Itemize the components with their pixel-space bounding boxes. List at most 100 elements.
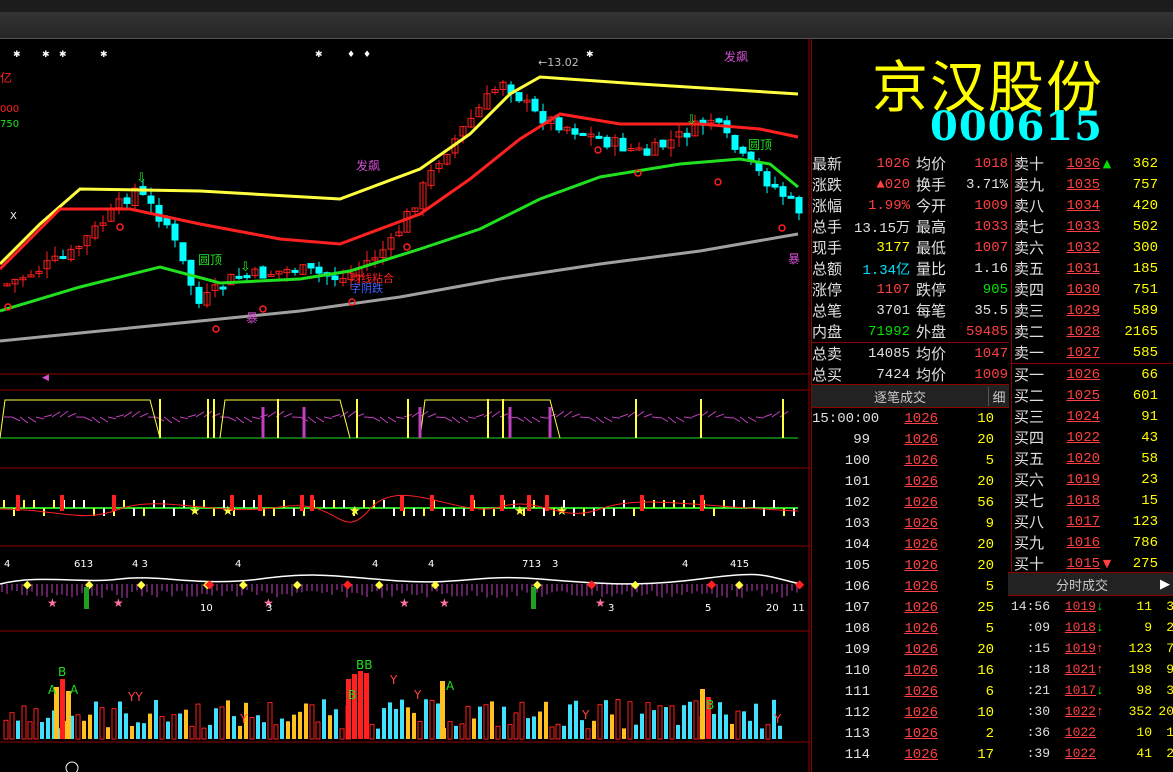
book-price[interactable]: 1027 (1050, 345, 1100, 361)
book-label: 买八 (1014, 513, 1045, 531)
ask-row[interactable]: 卖八 1034 420 (1012, 195, 1173, 216)
candle-body (771, 183, 779, 188)
bid-row[interactable]: 买三 1024 91 (1012, 406, 1173, 427)
kline-chart[interactable]: ✱ ✱ ✱ ✱ ✱ ♦ ♦ ✱亿000750←13.02 发飙发飙圆顶圆顶均线粘合字阴跌暴暴X⇩… (0, 39, 810, 772)
book-price[interactable]: 1030 (1050, 282, 1100, 298)
bid-row[interactable]: 买九 1016 786 (1012, 532, 1173, 553)
indicator-line (67, 412, 77, 418)
book-price[interactable]: 1036 (1050, 156, 1100, 172)
minute-header[interactable]: 分时成交 ▶ (1008, 572, 1173, 596)
diamond-icon: ◆ (343, 577, 353, 591)
book-volume: 589 (1132, 302, 1158, 319)
volume-bar (219, 706, 225, 740)
ask-row[interactable]: 卖二 1028 2165 (1012, 321, 1173, 342)
volume-bar (286, 721, 290, 739)
volume-bar (40, 721, 44, 739)
bid-row[interactable]: 买四 1022 43 (1012, 427, 1173, 448)
tick-price: 1026 (904, 704, 938, 721)
bid-row[interactable]: 买七 1018 15 (1012, 490, 1173, 511)
bid-row[interactable]: 买二 1025 601 (1012, 385, 1173, 406)
volume-bar (304, 703, 308, 739)
book-price[interactable]: 1015 (1050, 556, 1100, 572)
quote-table: 最新 1026 均价 1018 涨跌 ▲020 换手 3.71% 涨幅 1.99% 今开 1009 总手… (812, 153, 1009, 385)
star-icon: ★ (222, 504, 234, 519)
ask-row[interactable]: 卖十 1036 ▲ 362 (1012, 153, 1173, 174)
book-price[interactable]: 1019 (1050, 472, 1100, 488)
volume-bar (388, 702, 392, 739)
indicator-line (163, 416, 173, 424)
candle-body (515, 92, 523, 102)
quote-value: 1.99% (867, 197, 910, 214)
tick-row: 108 1026 5 (812, 618, 1009, 639)
indicator-line (683, 416, 693, 419)
book-price[interactable]: 1026 (1050, 367, 1100, 383)
book-price[interactable]: 1024 (1050, 409, 1100, 425)
minute-row: :18 1021 ↑ 198 9 (1008, 659, 1173, 680)
volume-bar (148, 713, 152, 739)
ask-row[interactable]: 卖一 1027 585 (1012, 342, 1173, 363)
indicator-line (315, 416, 325, 423)
book-volume: 275 (1132, 555, 1158, 572)
volume-bar (657, 705, 663, 740)
volume-signal: Y (413, 688, 422, 702)
tick-header[interactable]: 逐笔成交 细 (812, 384, 1009, 408)
quote-row: 涨跌 ▲020 换手 3.71% (812, 174, 1009, 195)
quote-panel: 京汉股份 000615 最新 1026 均价 1018 涨跌 ▲020 换手 3.71% 涨幅 1… (811, 39, 1173, 772)
volume-bar (429, 699, 435, 740)
bid-row[interactable]: 买八 1017 123 (1012, 511, 1173, 532)
book-price[interactable]: 1034 (1050, 198, 1100, 214)
volume-signal: A (446, 679, 455, 693)
book-price[interactable]: 1035 (1050, 177, 1100, 193)
book-price[interactable]: 1025 (1050, 388, 1100, 404)
bid-row[interactable]: 买五 1020 58 (1012, 448, 1173, 469)
ask-row[interactable]: 卖三 1029 589 (1012, 300, 1173, 321)
bid-row[interactable]: 买十 1015 ▼ 275 (1012, 553, 1173, 574)
bid-row[interactable]: 买六 1019 23 (1012, 469, 1173, 490)
volume-bar (94, 701, 98, 739)
indicator-line (395, 416, 405, 420)
minute-volume: 11 (1136, 599, 1152, 614)
indicator-value: 613 (74, 559, 93, 570)
quote-value: 3177 (876, 239, 910, 256)
candle-body (531, 98, 539, 112)
book-price[interactable]: 1028 (1050, 324, 1100, 340)
star-icon: ✱ (59, 50, 67, 60)
star-icon: ★ (47, 596, 58, 610)
ask-row[interactable]: 卖四 1030 751 (1012, 279, 1173, 300)
tick-price: 1026 (904, 641, 938, 658)
tick-price: 1026 (904, 683, 938, 700)
book-volume: 91 (1141, 408, 1158, 425)
tick-time: 101 (844, 473, 870, 490)
indicator-line (323, 416, 333, 420)
order-book[interactable]: 卖十 1036 ▲ 362 卖九 1035 757 卖八 1034 420 卖七 1033 502 卖六 1… (1011, 153, 1173, 574)
ask-row[interactable]: 卖九 1035 757 (1012, 174, 1173, 195)
book-price[interactable]: 1018 (1050, 493, 1100, 509)
tick-detail-button[interactable]: 细 (988, 386, 1009, 406)
quote-label: 涨跌 (812, 176, 843, 194)
ask-row[interactable]: 卖七 1033 502 (1012, 216, 1173, 237)
book-price[interactable]: 1031 (1050, 261, 1100, 277)
book-price[interactable]: 1022 (1050, 430, 1100, 446)
book-price[interactable]: 1032 (1050, 240, 1100, 256)
minute-row: 14:56 1019 ↓ 11 3 (1008, 596, 1173, 617)
diamond-icon: ◆ (137, 578, 146, 591)
indicator-line (443, 416, 453, 422)
book-price[interactable]: 1016 (1050, 535, 1100, 551)
candle-body (291, 269, 299, 273)
tick-time: 105 (844, 557, 870, 574)
ask-row[interactable]: 卖六 1032 300 (1012, 237, 1173, 258)
book-price[interactable]: 1029 (1050, 303, 1100, 319)
ask-row[interactable]: 卖五 1031 185 (1012, 258, 1173, 279)
candle-body (539, 111, 547, 124)
book-price[interactable]: 1033 (1050, 219, 1100, 235)
book-price[interactable]: 1017 (1050, 514, 1100, 530)
bid-row[interactable]: 买一 1026 66 (1012, 363, 1173, 385)
volume-bar (526, 718, 530, 739)
arrow-down-icon: ⇩ (136, 171, 147, 186)
minute-next-icon[interactable]: ▶ (1156, 577, 1173, 592)
stock-code: 000615 (930, 103, 1103, 150)
book-price[interactable]: 1020 (1050, 451, 1100, 467)
volume-bar (256, 715, 260, 739)
volume-signal: A (48, 683, 57, 697)
volume-bar (352, 674, 357, 739)
